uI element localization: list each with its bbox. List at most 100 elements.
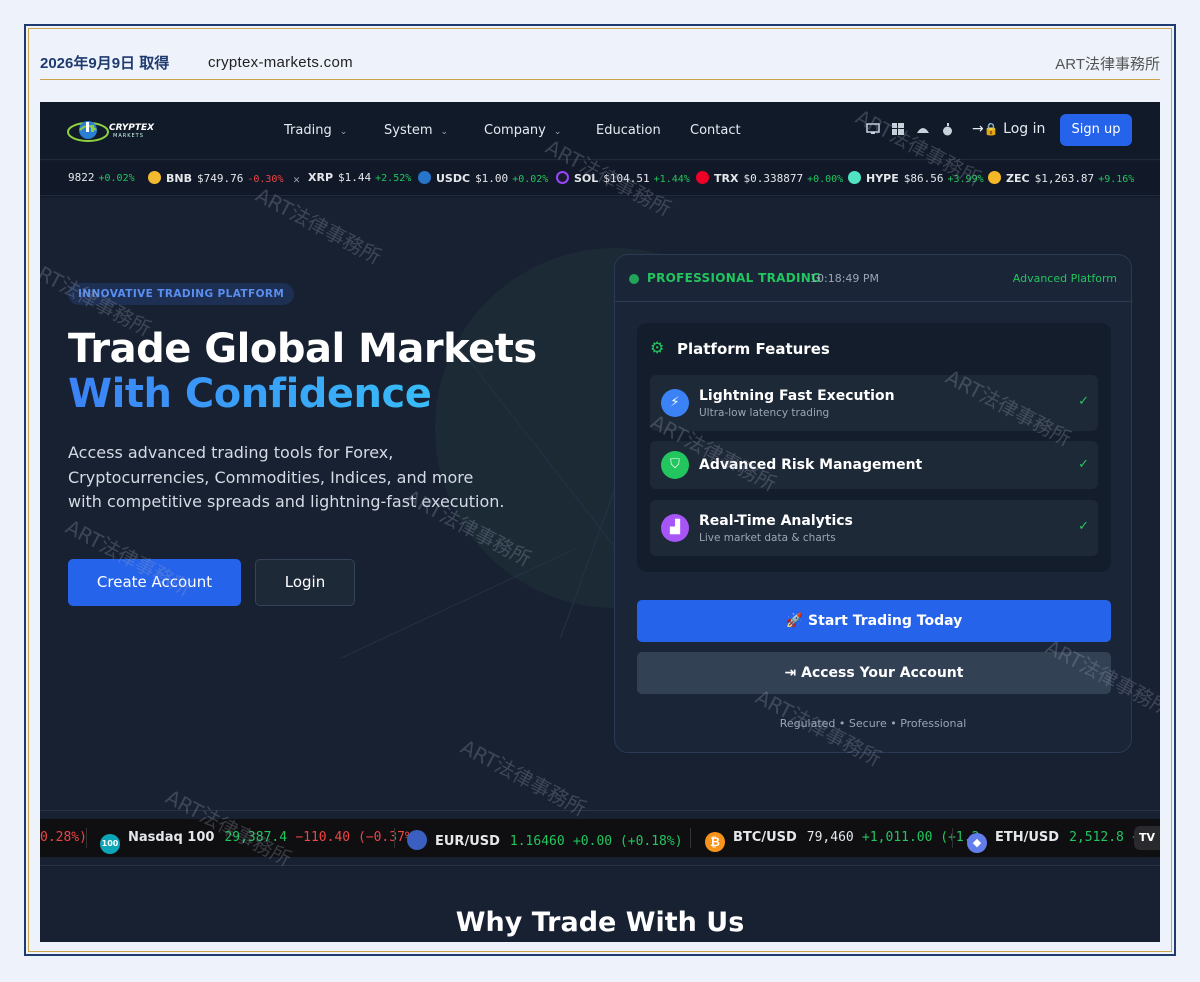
tradingview-logo-icon[interactable]: TV bbox=[1134, 826, 1160, 850]
start-trading-button[interactable]: 🚀 Start Trading Today bbox=[637, 600, 1111, 642]
ticker-price: $749.76 bbox=[196, 172, 244, 185]
chevron-down-icon: ⌄ bbox=[339, 127, 348, 137]
law-firm-name: ART法律事務所 bbox=[1055, 56, 1160, 73]
market-ticker-item[interactable]: EUR/USD 1.16460 +0.00 (+0.18%) bbox=[407, 830, 683, 850]
nav-trading-label: Trading bbox=[284, 123, 332, 138]
nav-education[interactable]: Education bbox=[596, 123, 661, 138]
feature-item: ⛉ Advanced Risk Management ✓ bbox=[650, 441, 1098, 489]
capture-date: 2026年9月9日 取得 bbox=[40, 55, 170, 72]
ticker-change: +0.00% bbox=[807, 174, 844, 185]
ticker-symbol: XRP bbox=[308, 171, 334, 184]
shield-icon: ⛉ bbox=[661, 451, 689, 479]
ticker-price: 9822 bbox=[68, 171, 95, 184]
feature-subtitle: Ultra-low latency trading bbox=[699, 407, 830, 419]
ticker-change: +9.16% bbox=[1098, 174, 1135, 185]
market-name: BTC/USD bbox=[733, 830, 797, 845]
bolt-icon: ⚡ bbox=[661, 389, 689, 417]
hero-title-line2: With Confidence bbox=[68, 371, 432, 417]
ticker-change: +3.99% bbox=[947, 174, 984, 185]
market-ticker-item[interactable]: 100 Nasdaq 100 29,387.4 −110.40 (−0.37%) bbox=[100, 830, 421, 854]
nav-contact[interactable]: Contact bbox=[690, 123, 741, 138]
decorative-line bbox=[340, 548, 577, 659]
evidence-caption: 2026年9月9日 取得 cryptex-markets.com ART法律事務… bbox=[40, 48, 1160, 80]
market-ticker-item[interactable]: ◆ETH/USD2,512.8 +2 bbox=[967, 830, 1148, 853]
market-ticker-item[interactable]: ₿ BTC/USD 79,460 +1,011.00 (+1.2 bbox=[705, 830, 979, 852]
hero-login-button[interactable]: Login bbox=[255, 559, 355, 606]
xrp-icon: ✕ bbox=[293, 173, 300, 186]
trading-panel-card: PROFESSIONAL TRADING 10:18:49 PM Advance… bbox=[614, 254, 1132, 753]
nav-company[interactable]: Company ⌄ bbox=[484, 123, 561, 138]
ethereum-icon: ◆ bbox=[967, 833, 987, 853]
bitcoin-icon: ₿ bbox=[705, 832, 725, 852]
ticker-symbol: USDC bbox=[436, 172, 471, 185]
ticker-change: -0.30% bbox=[247, 174, 284, 185]
sol-icon bbox=[556, 171, 569, 184]
login-arrow-icon: → bbox=[972, 121, 984, 137]
feature-title: Real-Time Analytics bbox=[699, 513, 853, 529]
website-screenshot: CRYPTEX MARKETS Trading ⌄ System ⌄ Company… bbox=[40, 102, 1160, 942]
login-link[interactable]: →🔒 Log in bbox=[972, 121, 1045, 137]
access-account-button[interactable]: ⇥ Access Your Account bbox=[637, 652, 1111, 694]
ticker-change: +0.02% bbox=[98, 173, 135, 184]
panel-status-label: PROFESSIONAL TRADING bbox=[647, 271, 822, 285]
cryptex-logo[interactable]: CRYPTEX MARKETS bbox=[66, 116, 156, 144]
market-name: EUR/USD bbox=[435, 834, 500, 849]
features-box: ⚙ Platform Features ⚡ Lightning Fast Exe… bbox=[637, 323, 1111, 572]
apple-icon[interactable] bbox=[942, 123, 953, 139]
android-icon[interactable] bbox=[916, 123, 930, 138]
panel-clock: 10:18:49 PM bbox=[810, 272, 880, 285]
windows-icon[interactable] bbox=[892, 123, 904, 138]
ticker-item[interactable]: TRX $0.338877 +0.00% bbox=[696, 171, 843, 185]
ticker-item[interactable]: 9822 +0.02% bbox=[68, 171, 135, 184]
ticker-symbol: HYPE bbox=[866, 172, 899, 185]
ticker-divider bbox=[86, 828, 87, 848]
market-ticker-section: 0.28%) 100 Nasdaq 100 29,387.4 −110.40 (−0… bbox=[40, 810, 1160, 866]
desktop-icon[interactable] bbox=[866, 123, 880, 138]
nav-system[interactable]: System ⌄ bbox=[384, 123, 448, 138]
start-trading-label: Start Trading Today bbox=[808, 613, 963, 629]
nasdaq-logo-icon: 100 bbox=[100, 834, 120, 854]
create-account-button[interactable]: Create Account bbox=[68, 559, 241, 606]
ticker-item[interactable]: BNB $749.76 -0.30% bbox=[148, 171, 283, 185]
signup-button[interactable]: Sign up bbox=[1060, 114, 1132, 146]
section-title: Why Trade With Us bbox=[455, 907, 745, 938]
login-link-label: Log in bbox=[1003, 121, 1046, 137]
eur-usd-flag-icon bbox=[407, 830, 427, 850]
hero-badge: INNOVATIVE TRADING PLATFORM bbox=[68, 283, 295, 305]
usdc-icon bbox=[418, 171, 431, 184]
ticker-item[interactable]: HYPE $86.56 +3.99% bbox=[848, 171, 984, 185]
ticker-symbol: ZEC bbox=[1006, 172, 1030, 185]
ticker-change: +1.44% bbox=[653, 174, 690, 185]
ticker-price: $104.51 bbox=[603, 172, 650, 185]
check-icon: ✓ bbox=[1078, 457, 1089, 472]
feature-title: Lightning Fast Execution bbox=[699, 388, 895, 404]
market-change: 0.28%) bbox=[40, 830, 87, 845]
feature-item: ▟ Real-Time Analytics Live market data &… bbox=[650, 500, 1098, 556]
ticker-price: $1,263.87 bbox=[1034, 172, 1095, 185]
top-navbar: CRYPTEX MARKETS Trading ⌄ System ⌄ Company… bbox=[40, 102, 1160, 160]
ticker-divider bbox=[394, 828, 395, 848]
ticker-item[interactable]: USDC $1.00 +0.02% bbox=[418, 171, 548, 185]
ticker-item[interactable]: ✕ XRP $1.44 +2.52% bbox=[290, 171, 411, 186]
market-price: 29,387.4 bbox=[224, 830, 288, 845]
why-trade-section: Why Trade With Us bbox=[40, 867, 1160, 942]
hero-description: Access advanced trading tools for Forex,… bbox=[68, 443, 505, 511]
hero-section: INNOVATIVE TRADING PLATFORM Trade Global… bbox=[40, 198, 1160, 810]
ticker-price: $1.44 bbox=[338, 171, 372, 184]
rocket-icon: 🚀 bbox=[785, 613, 804, 629]
ticker-item[interactable]: SOL $104.51 +1.44% bbox=[556, 171, 690, 185]
ticker-price: $1.00 bbox=[475, 172, 509, 185]
chart-icon: ▟ bbox=[661, 514, 689, 542]
market-ticker-item[interactable]: 0.28%) bbox=[40, 830, 87, 845]
nav-system-label: System bbox=[384, 123, 433, 138]
ticker-price: $86.56 bbox=[903, 172, 944, 185]
ticker-divider bbox=[952, 828, 953, 848]
capture-url: cryptex-markets.com bbox=[208, 54, 353, 71]
logo-wordmark: CRYPTEX bbox=[109, 123, 155, 133]
features-title: Platform Features bbox=[677, 340, 830, 358]
ticker-item[interactable]: ZEC $1,263.87 +9.16% bbox=[988, 171, 1134, 185]
sign-in-icon: ⇥ bbox=[784, 665, 797, 681]
feature-title: Advanced Risk Management bbox=[699, 457, 923, 473]
feature-item: ⚡ Lightning Fast Execution Ultra-low lat… bbox=[650, 375, 1098, 431]
nav-trading[interactable]: Trading ⌄ bbox=[284, 123, 347, 138]
